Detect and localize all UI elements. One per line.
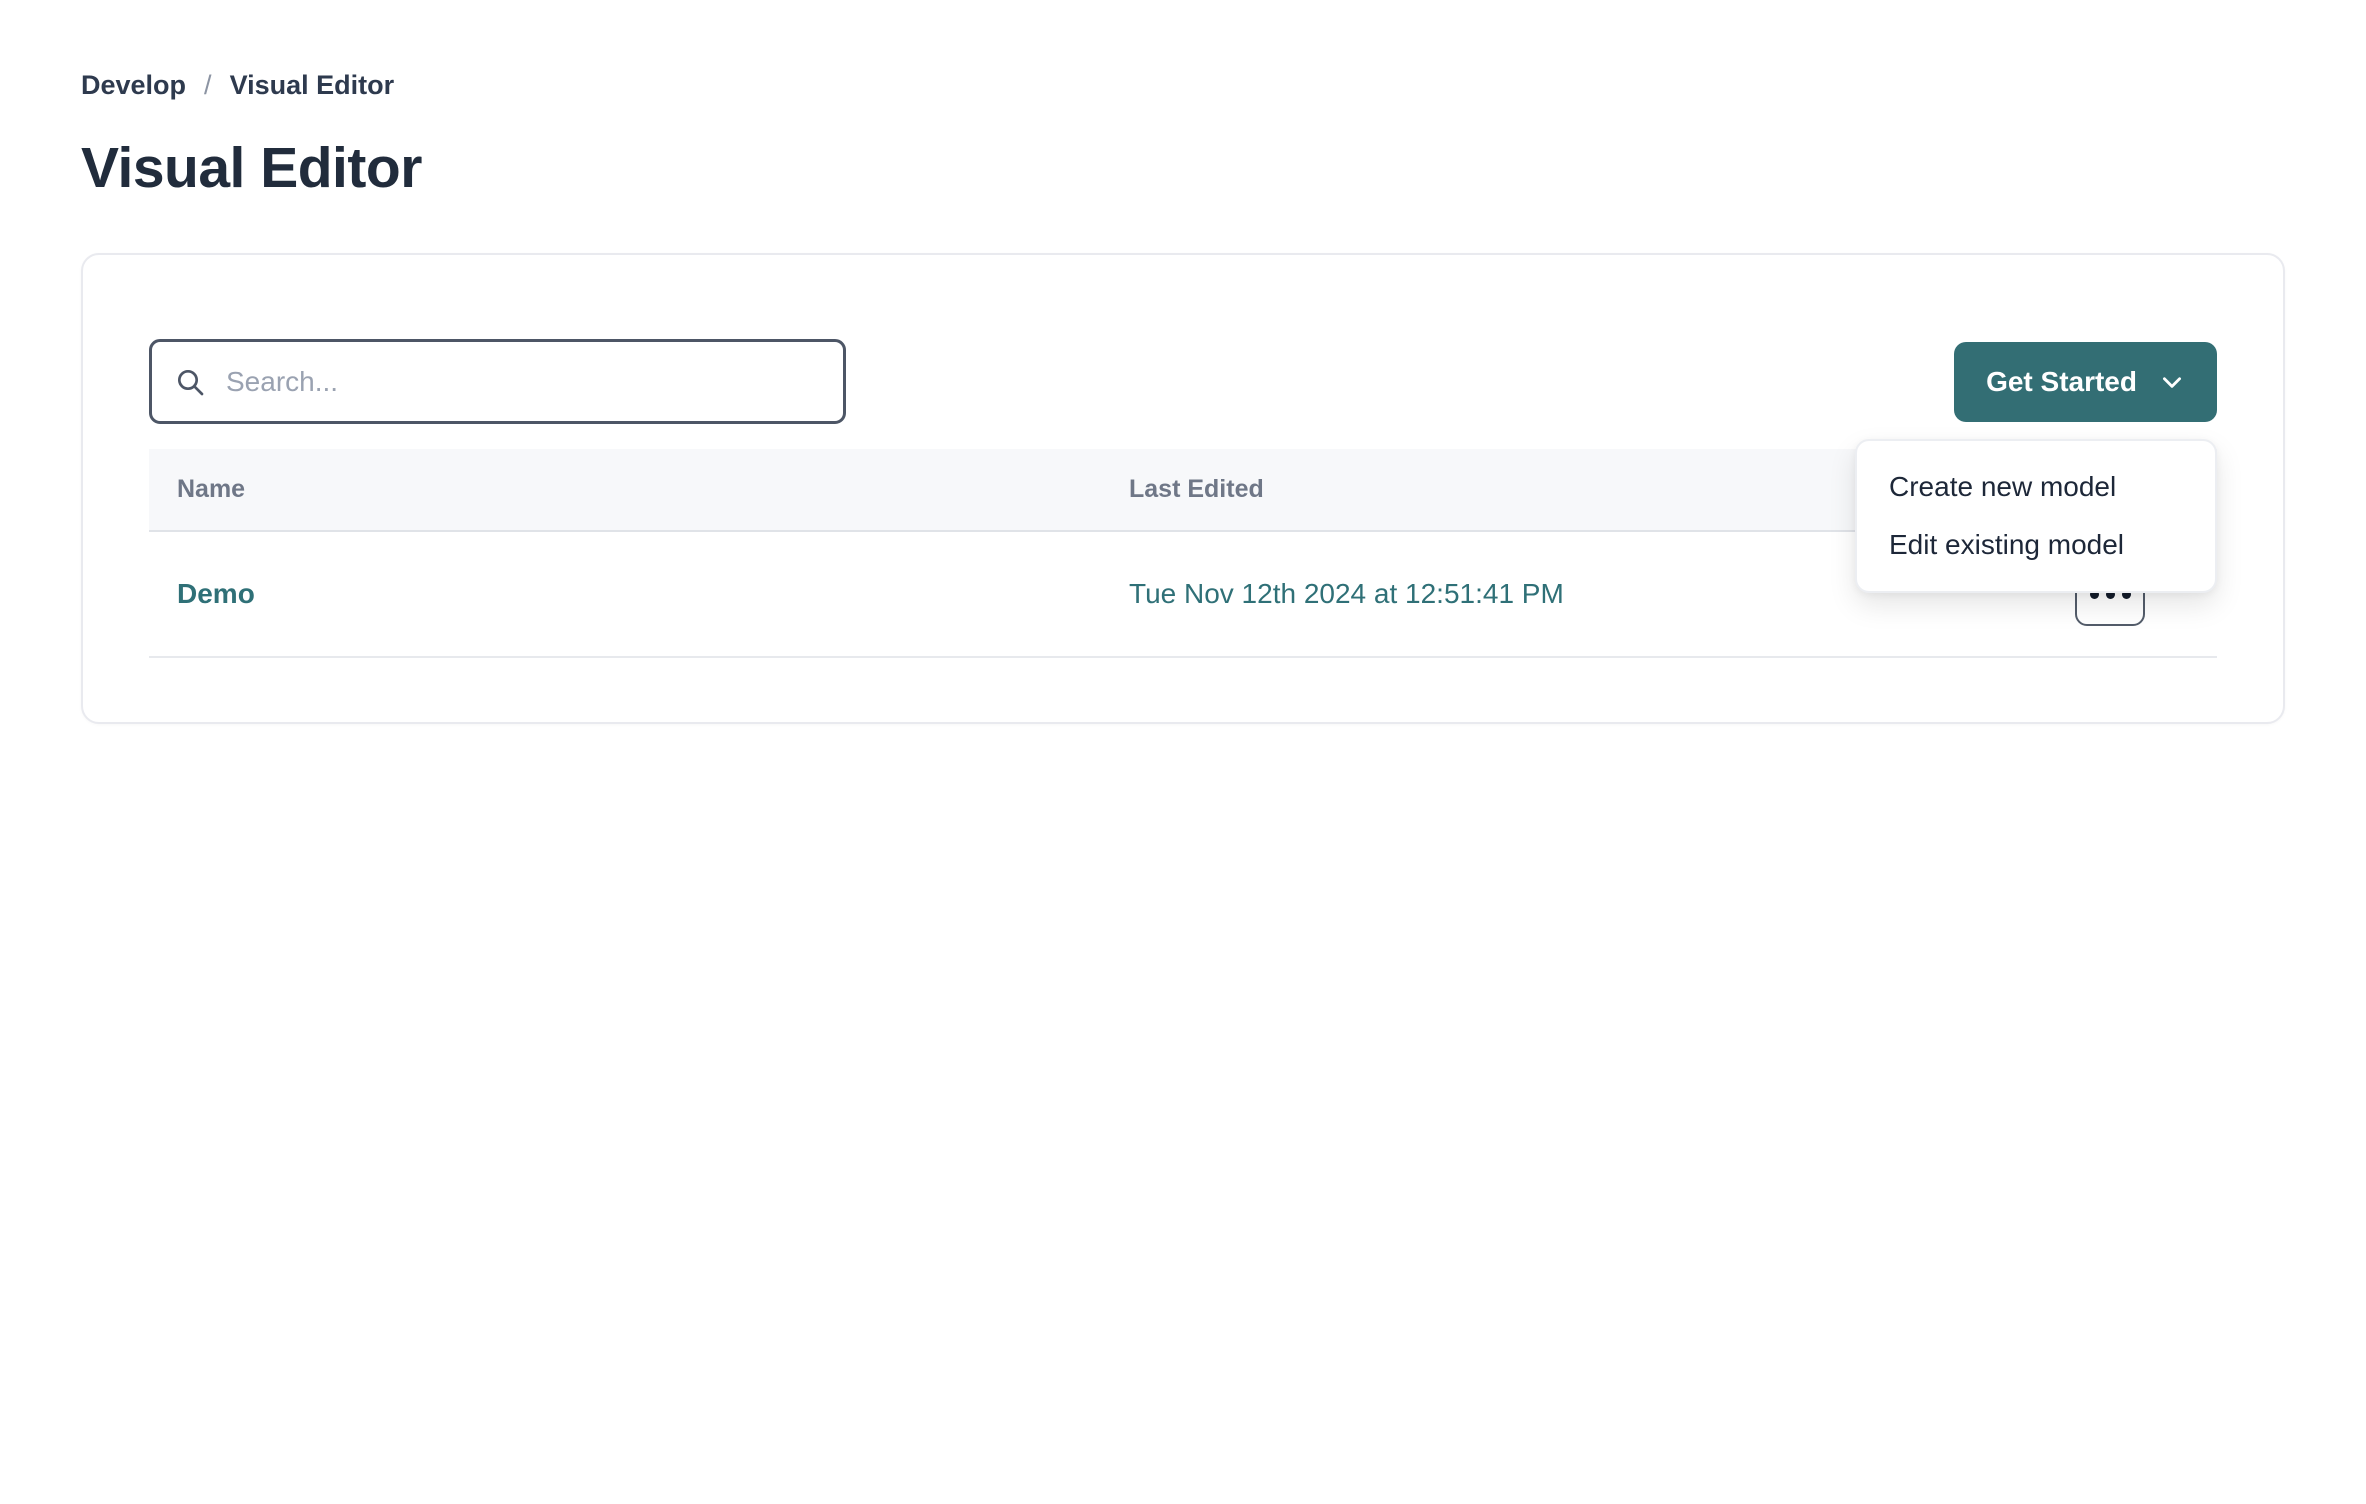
get-started-button[interactable]: Get Started [1954, 342, 2217, 422]
get-started-label: Get Started [1986, 366, 2137, 398]
breadcrumb-item-visual-editor[interactable]: Visual Editor [230, 70, 395, 101]
search-box[interactable] [149, 339, 846, 424]
search-input[interactable] [224, 365, 821, 399]
page-title: Visual Editor [81, 135, 2285, 201]
model-name-cell: Demo [149, 578, 1129, 610]
get-started-dropdown: Create new model Edit existing model [1855, 439, 2217, 593]
page: Develop / Visual Editor Visual Editor Ge… [0, 0, 2366, 724]
breadcrumb-item-develop[interactable]: Develop [81, 70, 186, 101]
search-icon [174, 366, 206, 398]
chevron-down-icon [2159, 369, 2185, 395]
menu-item-edit-existing-model[interactable]: Edit existing model [1857, 516, 2215, 574]
column-header-name: Name [149, 475, 1129, 504]
breadcrumb-separator: / [204, 70, 212, 101]
breadcrumb: Develop / Visual Editor [81, 70, 2285, 101]
toolbar: Get Started Create new model Edit existi… [149, 339, 2217, 424]
models-card: Get Started Create new model Edit existi… [81, 253, 2285, 724]
menu-item-create-new-model[interactable]: Create new model [1857, 458, 2215, 516]
model-name-link[interactable]: Demo [177, 578, 255, 609]
